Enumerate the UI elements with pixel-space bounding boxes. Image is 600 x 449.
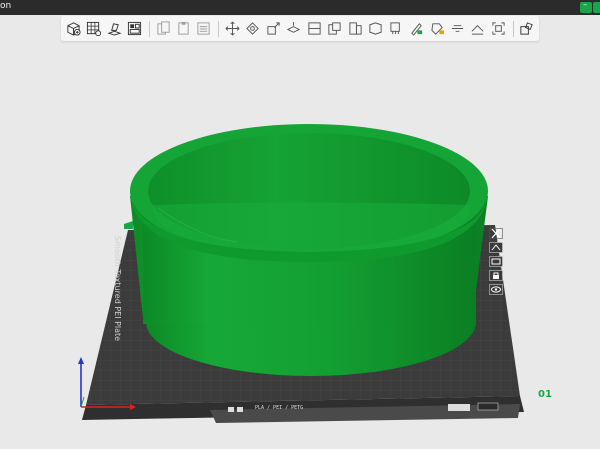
app-title: on xyxy=(0,1,12,11)
copy-icon[interactable] xyxy=(155,20,171,38)
minimize-button[interactable]: – xyxy=(580,0,592,13)
plate-footer-icon xyxy=(237,407,243,412)
lay-on-face-icon[interactable] xyxy=(286,20,302,38)
add-plate-icon[interactable] xyxy=(85,20,102,38)
split-objects-icon[interactable] xyxy=(326,20,342,38)
lock-icon[interactable] xyxy=(487,269,505,281)
seam-painting-icon[interactable] xyxy=(408,20,424,38)
title-bar: on – xyxy=(0,0,600,15)
plate-footer-badge xyxy=(477,402,499,411)
scale-icon[interactable] xyxy=(265,20,281,38)
auto-orient-icon[interactable] xyxy=(106,20,122,38)
toolbar-separator xyxy=(218,20,220,37)
minimize-icon: – xyxy=(583,0,587,9)
maximize-button[interactable] xyxy=(593,2,600,13)
support-painting-icon[interactable] xyxy=(388,20,404,38)
main-toolbar xyxy=(61,16,539,41)
cut-icon[interactable] xyxy=(306,20,322,38)
orient-icon[interactable] xyxy=(487,241,505,253)
paste-icon[interactable] xyxy=(175,20,191,38)
rotate-icon[interactable] xyxy=(245,20,261,38)
plate-footer-badge xyxy=(448,404,470,411)
toolbar-separator xyxy=(512,20,514,37)
toolbar-separator xyxy=(148,20,150,37)
arrange-icon[interactable] xyxy=(126,20,142,38)
delete-icon[interactable] xyxy=(196,20,212,38)
plate-footer-icon xyxy=(228,407,234,412)
plate-side-toolbar xyxy=(487,227,511,297)
add-object-icon[interactable] xyxy=(65,20,81,38)
3d-viewport[interactable] xyxy=(0,0,600,449)
color-painting-icon[interactable] xyxy=(429,20,445,38)
plate-marker xyxy=(124,221,133,229)
variable-layer-height-icon[interactable] xyxy=(367,20,383,38)
fit-view-icon[interactable] xyxy=(490,20,506,38)
layout-icon[interactable] xyxy=(487,255,505,267)
plate-footer-text: PLA / PEI / PETG xyxy=(255,405,304,411)
text-emboss-icon[interactable] xyxy=(449,20,465,38)
assembly-view-icon[interactable] xyxy=(519,20,535,38)
plate-number[interactable]: 01 xyxy=(538,389,552,400)
view-icon[interactable] xyxy=(487,283,505,295)
close-icon[interactable] xyxy=(487,227,505,239)
model-bowl[interactable] xyxy=(130,124,488,376)
split-parts-icon[interactable] xyxy=(347,20,363,38)
measure-icon[interactable] xyxy=(470,20,486,38)
move-icon[interactable] xyxy=(224,20,240,38)
plate-side-label: Smooth Textured PEI Plate xyxy=(113,236,122,342)
